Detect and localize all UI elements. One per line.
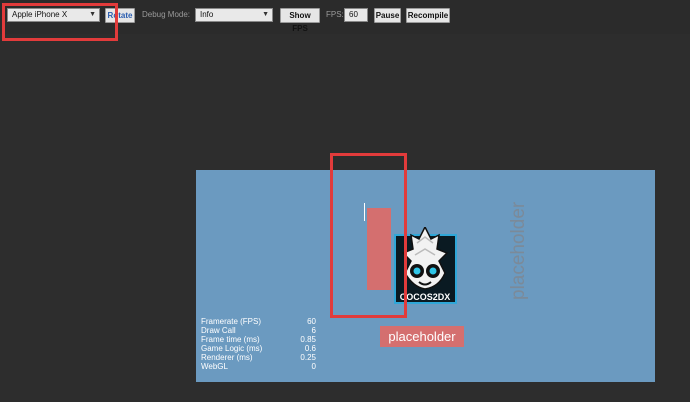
- stat-row: Frame time (ms) 0.85: [201, 335, 316, 344]
- stat-row: Draw Call 6: [201, 326, 316, 335]
- fps-label: FPS:: [326, 10, 344, 19]
- stat-label: Framerate (FPS): [201, 317, 262, 326]
- placeholder-rotated-label: placeholder: [508, 201, 529, 300]
- fps-input[interactable]: 60: [344, 8, 368, 22]
- recompile-button[interactable]: Recompile: [406, 8, 450, 23]
- highlight-box-placeholder: [330, 153, 407, 318]
- stat-label: WebGL: [201, 362, 228, 371]
- stat-row: Framerate (FPS) 60: [201, 317, 316, 326]
- stat-value: 0.25: [300, 353, 316, 362]
- stat-row: Game Logic (ms) 0.6: [201, 344, 316, 353]
- stat-row: WebGL 0: [201, 362, 316, 371]
- debug-mode-value: Info: [200, 10, 214, 19]
- stat-value: 0: [311, 362, 316, 371]
- stat-label: Renderer (ms): [201, 353, 253, 362]
- stat-label: Draw Call: [201, 326, 236, 335]
- logo-text: COCOS2DX: [400, 292, 451, 302]
- game-canvas[interactable]: placeholder COCOS2DX placeholder Framera…: [196, 170, 655, 382]
- debug-mode-select[interactable]: Info ▼: [195, 8, 273, 22]
- highlight-box-device: [2, 3, 118, 41]
- stat-label: Game Logic (ms): [201, 344, 263, 353]
- stat-row: Renderer (ms) 0.25: [201, 353, 316, 362]
- stat-value: 0.6: [304, 344, 316, 353]
- stats-panel: Framerate (FPS) 60 Draw Call 6 Frame time …: [201, 317, 316, 371]
- stat-value: 6: [311, 326, 316, 335]
- placeholder-button[interactable]: placeholder: [380, 326, 464, 347]
- stat-value: 60: [307, 317, 316, 326]
- stat-label: Frame time (ms): [201, 335, 260, 344]
- pause-button[interactable]: Pause: [374, 8, 401, 23]
- stat-value: 0.85: [300, 335, 316, 344]
- debug-mode-label: Debug Mode:: [142, 10, 191, 19]
- chevron-down-icon: ▼: [262, 11, 269, 18]
- show-fps-button[interactable]: Show FPS: [280, 8, 320, 33]
